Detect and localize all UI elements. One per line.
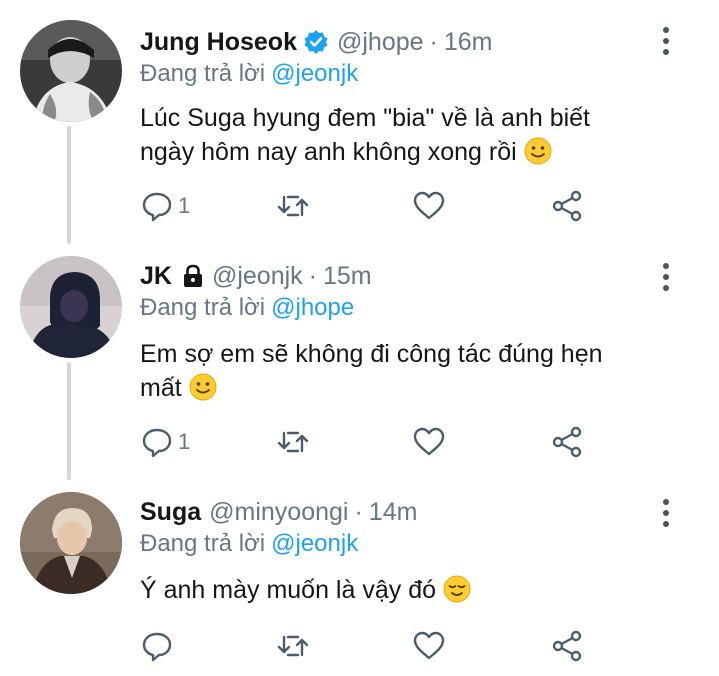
share-icon [552, 630, 582, 662]
more-options-icon[interactable] [660, 26, 672, 56]
tweet-actions [140, 628, 660, 664]
retweet-icon [277, 431, 309, 453]
reply-icon [142, 428, 172, 458]
lock-icon [183, 264, 202, 287]
reply-button[interactable]: 1 [140, 188, 190, 224]
avatar-jeonjk[interactable] [20, 256, 122, 358]
avatar-jhope[interactable] [20, 20, 122, 122]
separator: · [354, 497, 363, 526]
like-button[interactable] [412, 188, 446, 224]
reply-count: 1 [178, 429, 191, 454]
retweet-button[interactable] [276, 628, 310, 664]
tweet-text-line: Ý anh mày muốn là vậy đó [140, 576, 436, 604]
tweet-text-line: Em sợ em sẽ không đi công tác đúng hẹn [140, 340, 603, 368]
separator: · [308, 261, 317, 290]
retweet-button[interactable] [276, 188, 310, 224]
share-icon [552, 190, 582, 222]
handle[interactable]: @minyoongi [209, 498, 348, 527]
reply-icon [142, 192, 172, 222]
timestamp[interactable]: 15m [323, 262, 372, 291]
tweet-jeonjk[interactable]: JK @jeonjk · 15m Đang trả lời @jhope Em s… [0, 244, 719, 480]
slightly-smiling-face-icon [189, 373, 217, 401]
tweet-jhope[interactable]: Jung Hoseok @jhope · 16m Đang trả lời @je… [0, 0, 719, 244]
retweet-icon [277, 195, 309, 217]
display-name[interactable]: Jung Hoseok [140, 28, 297, 57]
reply-icon [142, 632, 172, 662]
more-options-icon[interactable] [660, 262, 672, 292]
reply-button[interactable]: 1 [140, 424, 190, 460]
mention-link[interactable]: @jhope [271, 294, 354, 321]
like-button[interactable] [412, 424, 446, 460]
reply-prefix: Đang trả lời [140, 60, 266, 87]
mention-link[interactable]: @jeonjk [271, 530, 358, 557]
reply-prefix: Đang trả lời [140, 530, 266, 557]
tweet-actions: 1 [140, 424, 660, 460]
like-button[interactable] [412, 628, 446, 664]
heart-icon [413, 427, 445, 456]
display-name[interactable]: JK [140, 262, 172, 291]
replying-to: Đang trả lời @jeonjk [140, 60, 358, 88]
share-icon [552, 426, 582, 458]
more-options-icon[interactable] [660, 498, 672, 528]
tweet-text-line: mất [140, 374, 182, 402]
tweet-text: Ý anh mày muốn là vậy đó [140, 573, 680, 607]
reply-prefix: Đang trả lời [140, 294, 266, 321]
retweet-button[interactable] [276, 424, 310, 460]
share-button[interactable] [550, 424, 584, 460]
share-button[interactable] [550, 628, 584, 664]
mention-link[interactable]: @jeonjk [271, 60, 358, 87]
timestamp[interactable]: 16m [444, 28, 493, 57]
share-button[interactable] [550, 188, 584, 224]
tweet-text-line: Lúc Suga hyung đem "bia" về là anh biết [140, 104, 590, 132]
tweet-text-line: ngày hôm nay anh không xong rồi [140, 138, 517, 166]
retweet-icon [277, 635, 309, 657]
verified-badge-icon [304, 30, 328, 54]
handle[interactable]: @jeonjk [212, 262, 303, 291]
avatar-minyoongi[interactable] [20, 492, 122, 594]
heart-icon [413, 191, 445, 220]
reply-button[interactable] [140, 628, 178, 664]
heart-icon [413, 631, 445, 660]
display-name[interactable]: Suga [140, 498, 201, 527]
replying-to: Đang trả lời @jeonjk [140, 530, 358, 558]
separator: · [429, 27, 438, 56]
timestamp[interactable]: 14m [369, 498, 418, 527]
handle[interactable]: @jhope [337, 28, 424, 57]
tweet-text: Em sợ em sẽ không đi công tác đúng hẹn m… [140, 337, 680, 405]
tweet-text: Lúc Suga hyung đem "bia" về là anh biết … [140, 101, 680, 169]
tweet-minyoongi[interactable]: Suga @minyoongi · 14m Đang trả lời @jeonj… [0, 480, 719, 676]
tweet-actions: 1 [140, 188, 660, 224]
replying-to: Đang trả lời @jhope [140, 294, 354, 322]
slightly-smiling-face-icon [524, 137, 552, 165]
reply-count: 1 [178, 193, 191, 218]
relieved-face-icon [443, 575, 471, 603]
